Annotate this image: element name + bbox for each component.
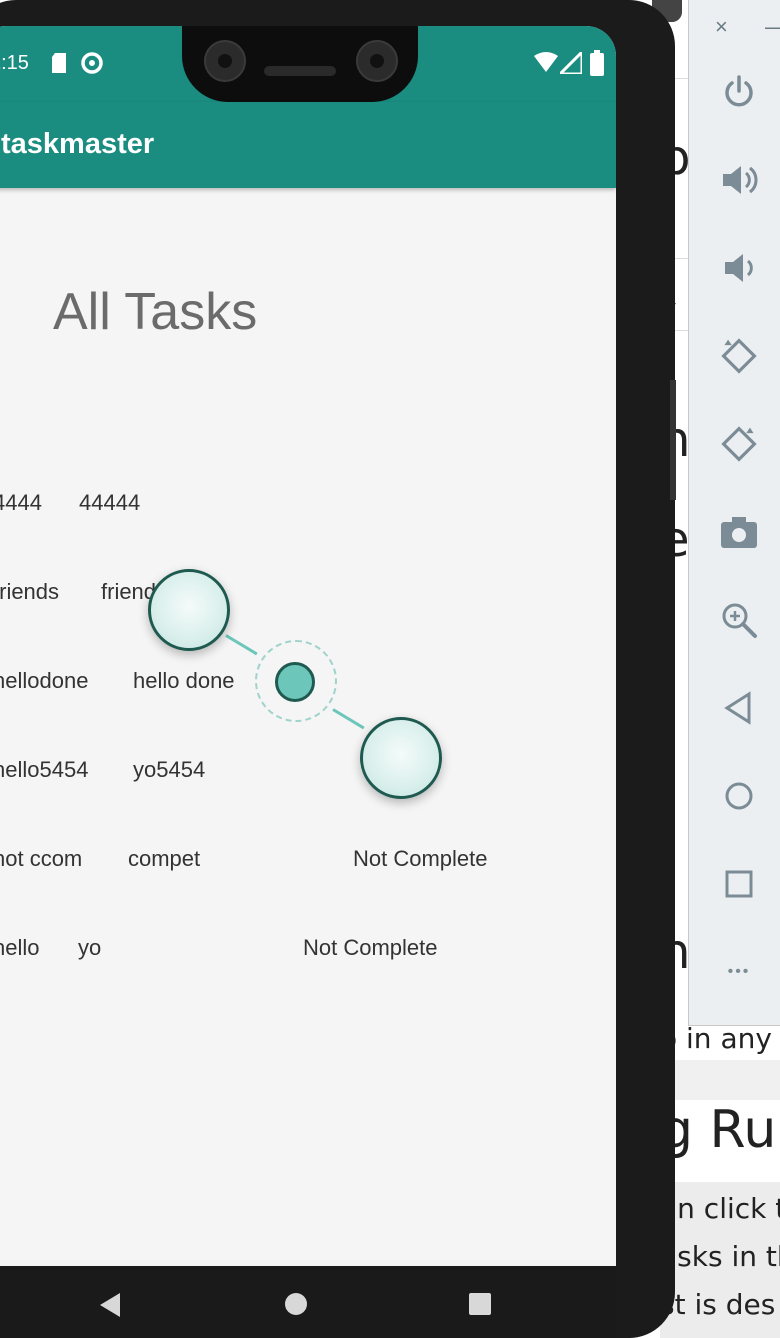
task-title: friends (0, 579, 60, 604)
phone-screen: 1:15 taskmaster All Tasks 4444 44444 fri… (0, 26, 616, 1338)
sd-card-icon (52, 53, 66, 73)
minimize-button[interactable]: — (765, 14, 780, 40)
front-camera-left (204, 40, 246, 82)
task-title: not ccom (0, 846, 83, 871)
home-circle-icon (725, 782, 753, 810)
overview-square-icon (725, 870, 753, 898)
earpiece-speaker (264, 66, 336, 76)
sync-icon (81, 52, 103, 74)
task-body: yo (78, 935, 102, 960)
bg-heading: g Ru (660, 1100, 777, 1160)
touch-point (360, 717, 442, 799)
rotate-right-button[interactable] (719, 424, 759, 464)
more-button[interactable]: ••• (719, 952, 759, 992)
task-body: compet (128, 846, 201, 871)
page-title: All Tasks (53, 283, 258, 341)
task-title: hello (0, 935, 40, 960)
task-body: hello done (133, 668, 235, 693)
close-button[interactable]: × (715, 14, 728, 40)
bg-text-line: asks in th (660, 1240, 780, 1273)
zoom-icon (722, 603, 757, 638)
touch-connector (225, 634, 258, 656)
touch-connector (332, 708, 365, 730)
zoom-button[interactable] (719, 600, 759, 640)
bg-text-line: st is des (660, 1288, 776, 1321)
task-title: hellodone (0, 668, 89, 693)
camera-icon (721, 517, 757, 548)
task-status: Not Complete (303, 935, 438, 960)
navigation-bar (0, 1266, 616, 1338)
bg-text-line: o in any o (660, 1022, 780, 1055)
battery-icon (590, 50, 604, 76)
back-button[interactable] (719, 688, 759, 728)
pinch-center-dot (275, 662, 315, 702)
power-button[interactable] (719, 72, 759, 112)
task-title: hello5454 (0, 757, 89, 782)
volume-up-button[interactable] (719, 160, 759, 200)
nav-home-icon[interactable] (284, 1292, 308, 1316)
bg-band (660, 1060, 780, 1100)
nav-overview-icon[interactable] (468, 1292, 492, 1316)
camera-notch (182, 26, 418, 102)
volume-up-icon (723, 166, 758, 194)
overview-button[interactable] (719, 864, 759, 904)
rotate-left-button[interactable] (719, 336, 759, 376)
emulator-toolbar: × — ••• (688, 0, 780, 1026)
front-camera-right (356, 40, 398, 82)
bg-text-line: an click t (660, 1192, 780, 1225)
rotate-right-icon (721, 426, 757, 462)
task-body: yo5454 (133, 757, 206, 782)
task-status: Not Complete (353, 846, 488, 871)
back-triangle-icon (724, 691, 751, 725)
nav-back-icon[interactable] (98, 1292, 122, 1318)
volume-down-icon (725, 254, 753, 282)
signal-icon (560, 52, 582, 74)
status-time: 1:15 (0, 52, 29, 74)
volume-down-button[interactable] (719, 248, 759, 288)
task-body: 44444 (79, 490, 141, 515)
touch-point (148, 569, 230, 651)
power-icon (725, 75, 753, 107)
screenshot-button[interactable] (719, 512, 759, 552)
rotate-left-icon (721, 338, 757, 374)
task-title: 4444 (0, 490, 42, 515)
home-button[interactable] (719, 776, 759, 816)
phone-side-button (670, 380, 676, 500)
app-title: taskmaster (1, 128, 155, 160)
phone-frame: 1:15 taskmaster All Tasks 4444 44444 fri… (0, 0, 676, 1338)
wifi-icon (534, 52, 558, 72)
